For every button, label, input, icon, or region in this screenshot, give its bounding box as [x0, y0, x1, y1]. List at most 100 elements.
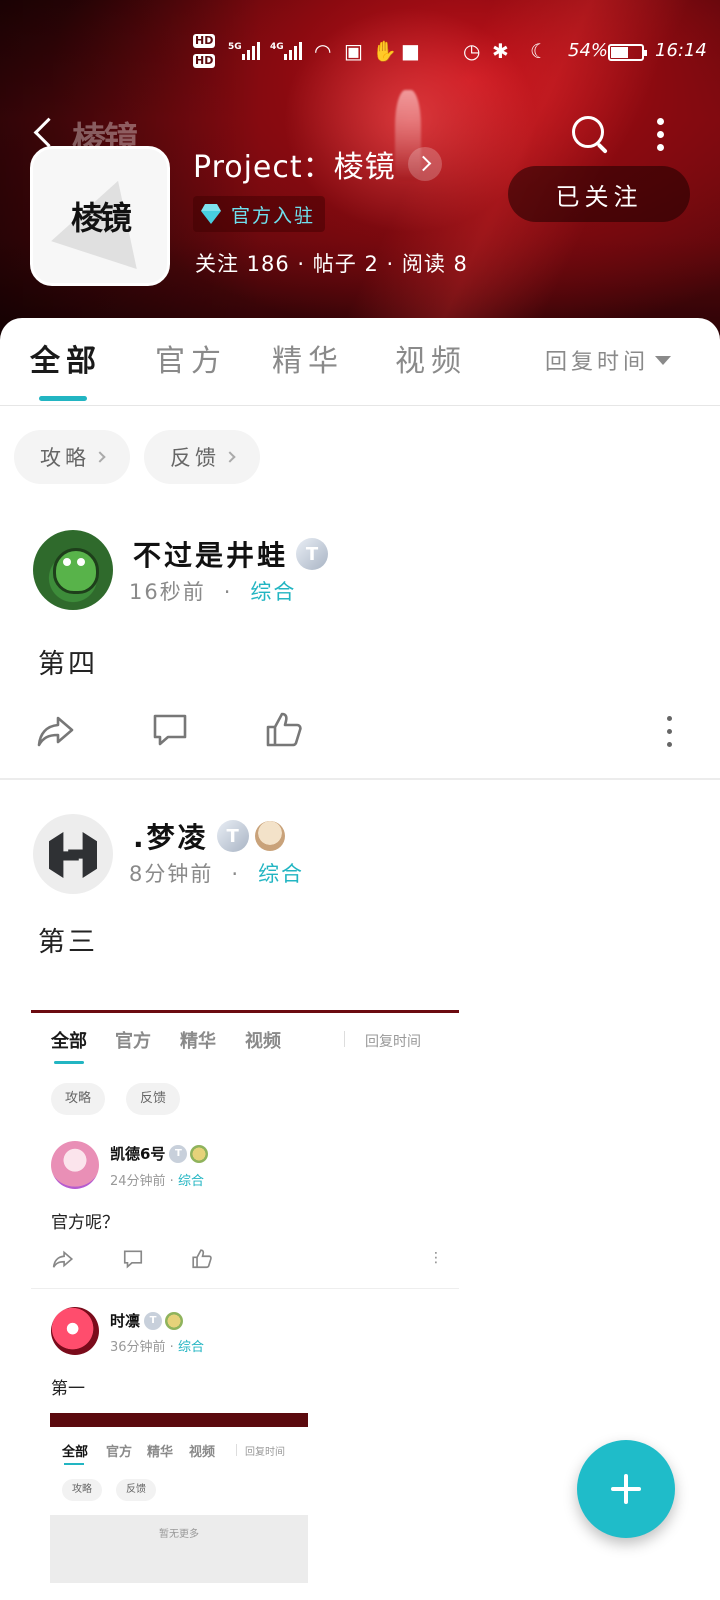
more-vertical-icon[interactable]: [664, 716, 674, 750]
post-content[interactable]: 第四: [38, 642, 98, 681]
chevron-right-icon: [224, 451, 236, 463]
filter-tabs: 全部 官方 精华 视频 回复时间: [0, 318, 720, 406]
sort-dropdown[interactable]: 回复时间: [545, 344, 672, 376]
do-not-disturb-icon: ☾: [530, 39, 548, 63]
official-badge: 官方入驻: [193, 196, 326, 232]
image-level-badge: T: [144, 1311, 163, 1330]
image-meta: 36分钟前 · 综合: [110, 1340, 204, 1355]
image-content: 官方呢？: [51, 1213, 119, 1233]
search-icon[interactable]: [568, 112, 614, 158]
post-divider: [0, 778, 720, 780]
image-tab-indicator: [54, 1061, 84, 1064]
nested-tab-indicator: [64, 1463, 84, 1465]
image-sort-label: 回复时间: [365, 1034, 421, 1050]
thumbs-up-icon[interactable]: [264, 710, 308, 754]
nested-tab-official: 官方: [106, 1445, 133, 1460]
network-5g-label: 5G: [228, 42, 242, 52]
wifi-icon: ◠: [314, 39, 332, 63]
battery-icon: [608, 44, 647, 61]
more-vertical-icon[interactable]: [650, 118, 670, 154]
app-notification-icon: ▣: [344, 39, 363, 63]
plus-icon[interactable]: [577, 1440, 675, 1538]
image-tab-official: 官方: [115, 1031, 151, 1052]
forum-title: Project：棱镜: [193, 150, 396, 185]
avatar[interactable]: [33, 530, 113, 610]
forum-title-row[interactable]: Project：棱镜: [193, 142, 442, 186]
image-level-badge: T: [169, 1144, 188, 1163]
post-meta: 8分钟前 · 综合: [129, 858, 304, 888]
share-icon[interactable]: [36, 710, 80, 754]
post-time: 8分钟前: [129, 862, 214, 886]
bluetooth-icon: ✱: [492, 39, 509, 63]
image-nested-screenshot: 全部 官方 精华 视频 回复时间 攻略 反馈 暂无更多: [50, 1413, 308, 1583]
image-avatar: [51, 1307, 99, 1355]
comment-icon[interactable]: [150, 710, 194, 754]
forum-logo-text: 棱镜: [70, 199, 132, 237]
image-topic: 综合: [177, 1174, 204, 1189]
image-post-divider: [31, 1288, 459, 1289]
image-chip: 攻略: [51, 1083, 106, 1115]
follow-button[interactable]: 已关注: [508, 166, 690, 222]
image-more-icon: ⋮: [429, 1250, 443, 1266]
signal-bars-2-icon: [284, 40, 302, 60]
image-comment-icon: [122, 1248, 144, 1270]
hd1-label: HD: [193, 34, 215, 48]
author-name: 不过是井蛙: [133, 539, 289, 572]
chevron-right-icon[interactable]: [407, 147, 442, 181]
post-topic[interactable]: 综合: [258, 862, 304, 886]
author-name: .梦凌: [133, 821, 209, 854]
nested-chip: 反馈: [116, 1479, 156, 1501]
post-content[interactable]: 第三: [38, 920, 98, 959]
chip-label: 反馈: [170, 446, 220, 470]
tab-featured[interactable]: 精华: [272, 336, 344, 380]
post-topic[interactable]: 综合: [250, 580, 296, 604]
level-badge: T: [296, 538, 329, 570]
chip-guide[interactable]: 攻略: [14, 430, 130, 484]
image-meta: 24分钟前 · 综合: [110, 1174, 204, 1189]
character-badge-icon: [254, 821, 285, 851]
image-content: 第一: [51, 1379, 85, 1399]
status-bar: HD HD 5G 4G ◠ ▣ ✋ ■ ◷ ✱ ☾ 54% 16:14: [0, 30, 720, 70]
nested-tab-all: 全部: [62, 1445, 89, 1460]
image-character-badge-icon: [190, 1144, 209, 1163]
network-4g-label: 4G: [270, 42, 284, 52]
image-divider: [344, 1031, 345, 1047]
tab-official[interactable]: 官方: [155, 336, 227, 380]
post-author[interactable]: 不过是井蛙 T: [133, 534, 329, 574]
caret-down-icon: [655, 355, 672, 365]
forum-header: HD HD 5G 4G ◠ ▣ ✋ ■ ◷ ✱ ☾ 54% 16:14 棱镜 棱…: [0, 0, 720, 340]
image-time: 36分钟前: [110, 1340, 166, 1355]
hd2-label: HD: [193, 54, 215, 68]
tab-video[interactable]: 视频: [395, 336, 467, 380]
nested-chip: 攻略: [62, 1479, 102, 1501]
nested-divider: [236, 1444, 237, 1456]
image-author: 凯德6号 T: [110, 1143, 209, 1164]
nested-sort-label: 回复时间: [245, 1447, 285, 1458]
image-time: 24分钟前: [110, 1174, 166, 1189]
app-notification-2-icon: ✋: [372, 39, 397, 63]
forum-stats: 关注 186 · 帖子 2 · 阅读 8: [195, 252, 468, 276]
tab-all[interactable]: 全部: [30, 336, 102, 380]
avatar[interactable]: [33, 814, 113, 894]
category-chips: 攻略 反馈: [14, 430, 260, 484]
chevron-right-icon: [94, 451, 106, 463]
hd-indicator: HD HD: [193, 34, 215, 74]
official-label: 官方入驻: [231, 204, 316, 227]
image-tab-featured: 精华: [180, 1031, 216, 1052]
forum-avatar[interactable]: 棱镜: [30, 146, 170, 286]
post-feed-sheet: 全部 官方 精华 视频 回复时间 攻略 反馈 不过是井蛙 T 16秒前 · 综合 第…: [0, 318, 720, 1600]
app-notification-3-icon: ■: [401, 39, 420, 63]
chip-feedback[interactable]: 反馈: [144, 430, 260, 484]
image-author: 时凛 T: [110, 1310, 184, 1331]
nested-tab-featured: 精华: [147, 1445, 174, 1460]
post-author[interactable]: .梦凌 T: [133, 816, 285, 856]
image-tab-all: 全部: [51, 1031, 87, 1052]
clock: 16:14: [655, 40, 707, 61]
image-character-badge-icon: [165, 1311, 184, 1330]
nested-tab-video: 视频: [189, 1445, 216, 1460]
image-tab-video: 视频: [245, 1031, 281, 1052]
nested-empty-state: 暂无更多: [50, 1515, 308, 1583]
signal-bars-icon: [242, 40, 260, 60]
post-actions: [0, 710, 720, 760]
post-image[interactable]: 全部 官方 精华 视频 回复时间 攻略 反馈 凯德6号 T 24分钟前 · 综合…: [31, 1010, 459, 1600]
